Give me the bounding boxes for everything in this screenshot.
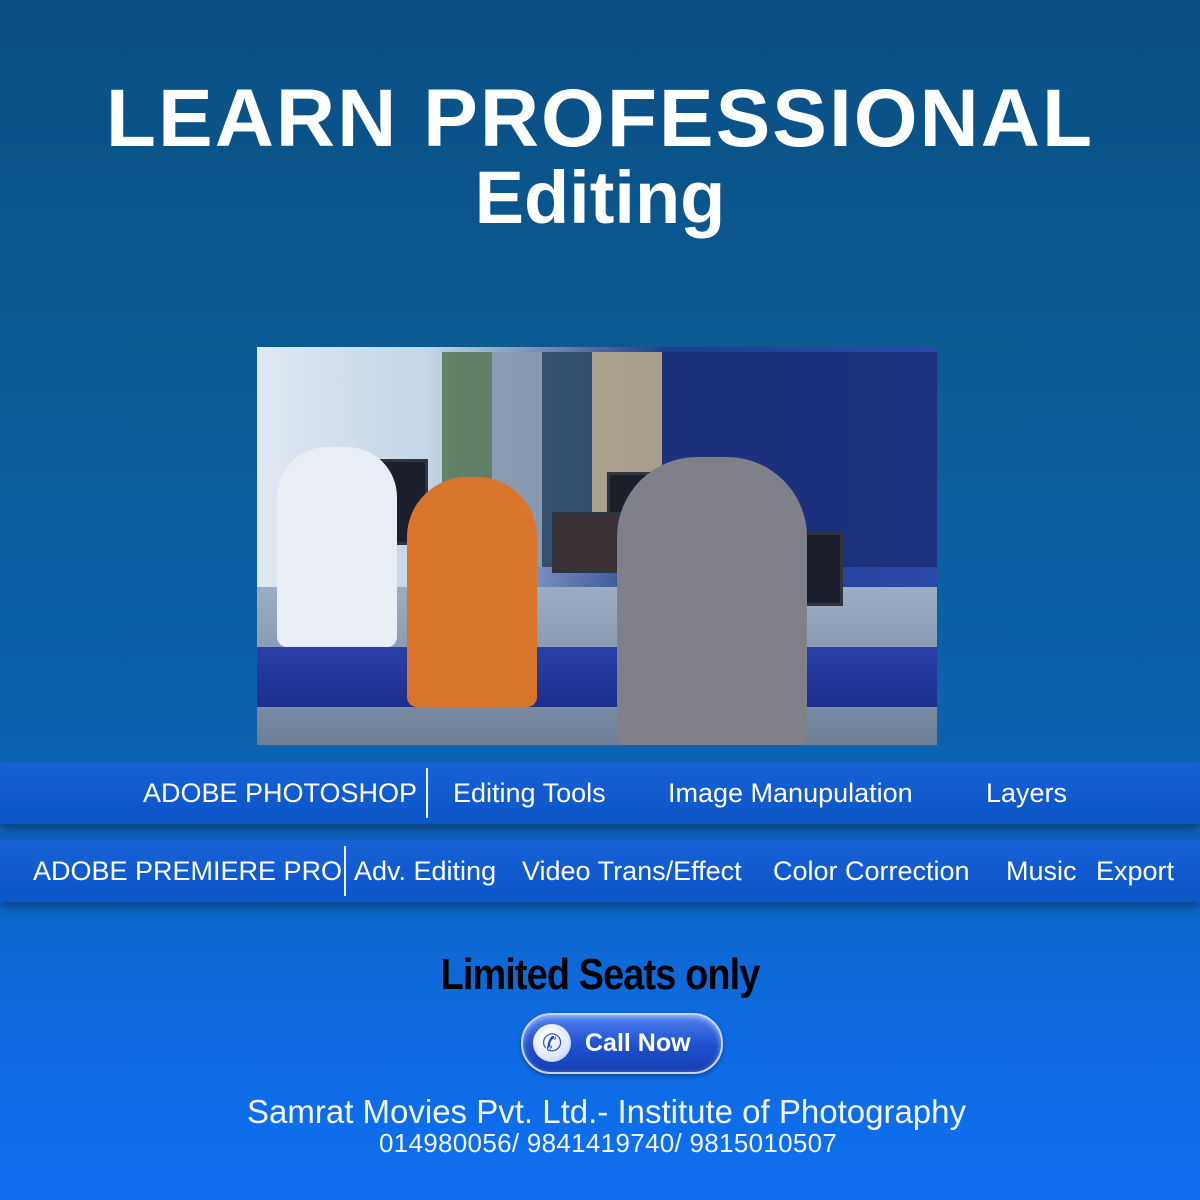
- phone-icon: ✆: [533, 1024, 571, 1062]
- topic-layers: Layers: [986, 778, 1068, 808]
- premiere-band: ADOBE PREMIERE PRO Adv. Editing Video Tr…: [0, 840, 1200, 902]
- course-premiere: ADOBE PREMIERE PRO: [33, 856, 343, 886]
- topic-music: Music: [1006, 856, 1077, 886]
- course-photoshop: ADOBE PHOTOSHOP: [143, 778, 418, 808]
- company-name: Samrat Movies Pvt. Ltd.- Institute of Ph…: [247, 1093, 967, 1130]
- topic-color-correction: Color Correction: [773, 856, 970, 886]
- call-now-label: Call Now: [585, 1029, 691, 1057]
- topic-video-trans: Video Trans/Effect: [522, 856, 742, 886]
- topic-adv-editing: Adv. Editing: [354, 856, 497, 886]
- classroom-photo: [257, 347, 937, 745]
- student-shape: [617, 457, 807, 745]
- student-shape: [277, 447, 397, 647]
- headline-line2: Editing: [474, 156, 726, 239]
- photo-desk: [257, 647, 937, 707]
- student-shape: [407, 477, 537, 707]
- topic-image-manipulation: Image Manupulation: [668, 778, 913, 808]
- headline-line1: LEARN PROFESSIONAL: [105, 73, 1095, 164]
- photoshop-band: ADOBE PHOTOSHOP Editing Tools Image Manu…: [0, 762, 1200, 824]
- call-now-button[interactable]: ✆ Call Now: [521, 1013, 723, 1074]
- topic-export: Export: [1096, 856, 1175, 886]
- topic-editing-tools: Editing Tools: [453, 778, 606, 808]
- divider: [426, 768, 428, 818]
- phone-numbers: 014980056/ 9841419740/ 9815010507: [379, 1128, 838, 1158]
- divider: [344, 846, 346, 896]
- limited-seats-text: Limited Seats only: [440, 950, 761, 999]
